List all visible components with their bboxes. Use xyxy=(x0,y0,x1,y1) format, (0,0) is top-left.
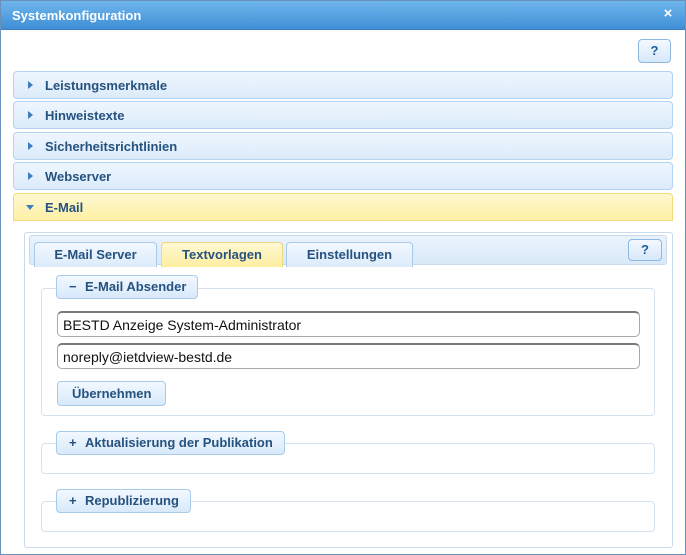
republishing-legend-label: Republizierung xyxy=(85,493,179,508)
accordion-item-label: Sicherheitsrichtlinien xyxy=(45,139,178,154)
accordion-item-label: Webserver xyxy=(45,169,112,184)
accordion-item-label: Leistungsmerkmale xyxy=(45,78,168,93)
publication-update-legend-label: Aktualisierung der Publikation xyxy=(85,435,273,450)
accordion-item-email[interactable]: E-Mail xyxy=(13,193,673,221)
caret-right-icon xyxy=(28,142,33,150)
caret-right-icon xyxy=(28,172,33,180)
sender-address-field[interactable]: noreply@ietdview-bestd.de xyxy=(57,343,640,369)
email-tabbar: E-Mail Server Textvorlagen Einstellungen… xyxy=(29,235,667,267)
dialog-title: Systemkonfiguration xyxy=(12,8,142,23)
tab-email-server[interactable]: E-Mail Server xyxy=(34,242,157,267)
email-sender-fieldset: BESTD Anzeige System-Administrator norep… xyxy=(41,288,655,416)
tab-help-button[interactable]: ? xyxy=(628,239,662,261)
caret-right-icon xyxy=(28,81,33,89)
close-icon[interactable]: × xyxy=(660,5,676,23)
accordion-item-hinweistexte[interactable]: Hinweistexte xyxy=(13,101,673,129)
sender-name-field[interactable]: BESTD Anzeige System-Administrator xyxy=(57,311,640,337)
email-sender-legend-label: E-Mail Absender xyxy=(85,279,187,294)
email-sender-legend-toggle[interactable]: − E-Mail Absender xyxy=(56,275,199,299)
caret-down-icon xyxy=(26,205,34,210)
expand-plus-icon: + xyxy=(69,493,77,508)
accordion-item-label: Hinweistexte xyxy=(45,108,125,123)
accordion-item-webserver[interactable]: Webserver xyxy=(13,162,673,190)
tab-einstellungen[interactable]: Einstellungen xyxy=(286,242,413,267)
system-configuration-dialog: Systemkonfiguration × ? Leistungsmerkmal… xyxy=(0,0,686,555)
publication-update-legend-toggle[interactable]: + Aktualisierung der Publikation xyxy=(56,431,285,455)
apply-button[interactable]: Übernehmen xyxy=(57,381,167,406)
accordion-item-label: E-Mail xyxy=(45,200,84,215)
tab-textvorlagen[interactable]: Textvorlagen xyxy=(161,242,283,267)
collapse-minus-icon: − xyxy=(69,279,77,294)
caret-right-icon xyxy=(28,111,33,119)
dialog-titlebar[interactable]: Systemkonfiguration × xyxy=(1,1,685,30)
accordion-item-leistungsmerkmale[interactable]: Leistungsmerkmale xyxy=(13,71,673,99)
republishing-legend-toggle[interactable]: + Republizierung xyxy=(56,489,191,513)
expand-plus-icon: + xyxy=(69,435,77,450)
email-panel: E-Mail Server Textvorlagen Einstellungen… xyxy=(24,232,673,548)
accordion-item-sicherheitsrichtlinien[interactable]: Sicherheitsrichtlinien xyxy=(13,132,673,160)
dialog-help-button[interactable]: ? xyxy=(638,39,671,63)
